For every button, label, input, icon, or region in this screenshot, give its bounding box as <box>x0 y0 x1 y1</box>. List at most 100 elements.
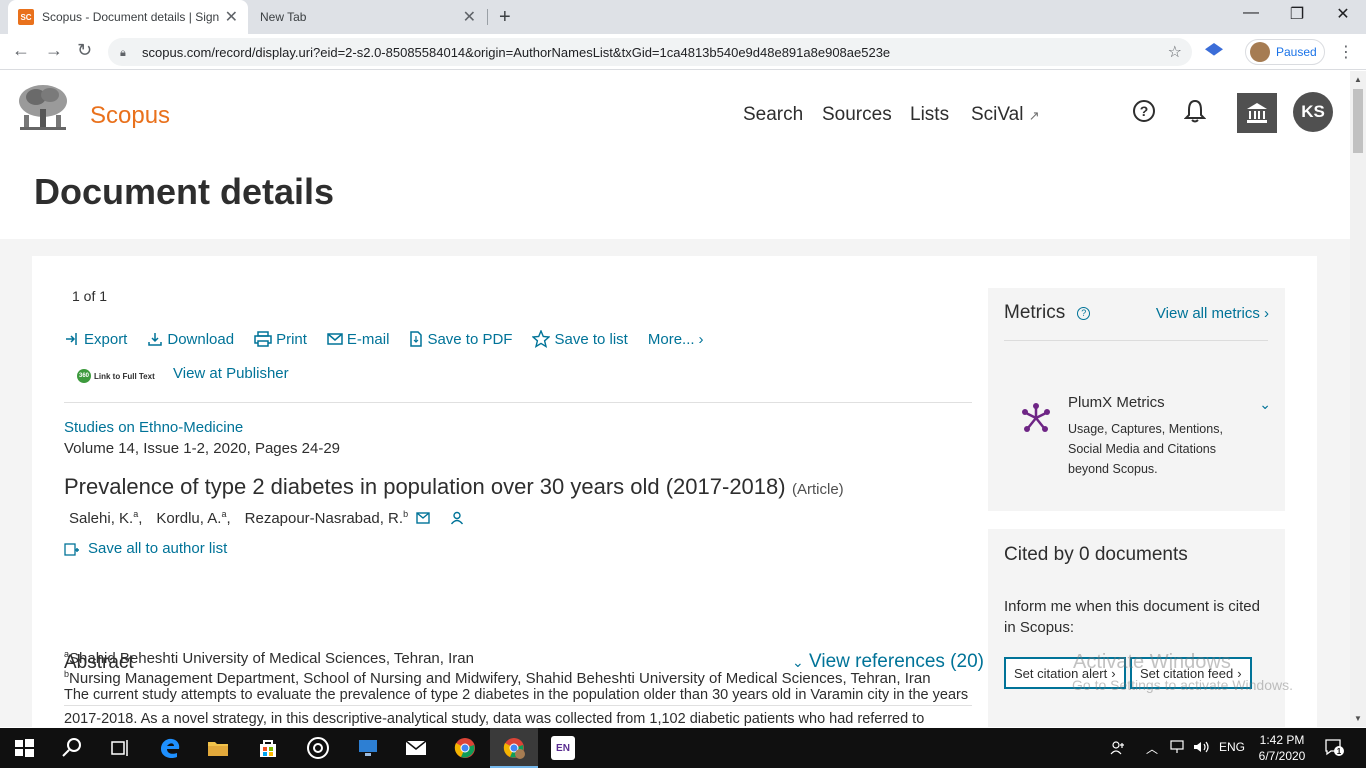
windows-start-icon[interactable] <box>12 736 36 760</box>
download-button[interactable]: Download <box>147 330 234 348</box>
view-references-label: View references (20) <box>809 651 984 672</box>
elsevier-tree-logo-icon[interactable] <box>16 83 70 133</box>
nav-lists[interactable]: Lists <box>910 104 949 126</box>
tab-new-tab[interactable]: New Tab ✕ <box>250 0 486 34</box>
people-icon[interactable] <box>1110 740 1126 756</box>
user-avatar[interactable]: KS <box>1293 92 1333 132</box>
plumx-expand-chevron-icon[interactable]: ⌄ <box>1259 396 1271 413</box>
document-type: (Article) <box>792 481 844 498</box>
view-at-publisher-link[interactable]: View at Publisher <box>173 365 289 382</box>
author-link[interactable]: Kordlu, A.a, <box>156 509 230 527</box>
cited-by-panel: Cited by 0 documents Inform me when this… <box>988 529 1285 727</box>
scroll-down-icon[interactable]: ▼ <box>1354 714 1362 723</box>
svg-text:?: ? <box>1140 103 1149 119</box>
plumx-icon <box>1022 403 1050 432</box>
profile-status: Paused <box>1276 45 1317 59</box>
back-icon[interactable]: ← <box>12 40 30 61</box>
extension-icon[interactable] <box>1205 43 1223 56</box>
metrics-help-icon[interactable]: ? <box>1077 306 1091 320</box>
edge-browser-icon[interactable] <box>158 736 182 760</box>
print-button[interactable]: Print <box>254 330 307 348</box>
network-icon[interactable] <box>1169 740 1185 754</box>
notification-bell-icon[interactable] <box>1184 99 1206 123</box>
author-link[interactable]: Rezapour-Nasrabad, R.b <box>245 509 408 527</box>
author-profile-icon[interactable] <box>450 511 464 525</box>
url-text: scopus.com/record/display.uri?eid=2-s2.0… <box>142 44 891 60</box>
forward-icon[interactable]: → <box>45 40 63 61</box>
scrollbar-thumb[interactable] <box>1353 89 1363 153</box>
task-view-icon[interactable] <box>108 736 132 760</box>
restore-icon[interactable]: ❐ <box>1274 4 1320 24</box>
search-icon[interactable] <box>60 736 84 760</box>
export-button[interactable]: Export <box>64 330 127 348</box>
browser-menu-icon[interactable]: ⋮ <box>1338 42 1354 62</box>
view-references-link[interactable]: ⌄ View references (20) <box>792 651 984 673</box>
chrome-profile-icon[interactable] <box>502 736 526 760</box>
remote-desktop-icon[interactable] <box>356 736 380 760</box>
window-close-icon[interactable]: ✕ <box>1320 4 1366 24</box>
institution-icon <box>1247 103 1267 123</box>
taskbar-clock[interactable]: 1:42 PM 6/7/2020 <box>1256 732 1308 764</box>
page-title: Document details <box>34 171 335 212</box>
tab-title: New Tab <box>260 10 307 24</box>
language-indicator[interactable]: ENG <box>1219 740 1245 754</box>
volume-icon[interactable] <box>1193 740 1211 754</box>
star-icon <box>532 330 551 348</box>
view-all-metrics-label: View all metrics <box>1155 305 1260 322</box>
tray-chevron-up-icon[interactable]: ︿ <box>1146 740 1158 757</box>
page-scrollbar[interactable]: ▲ ▼ <box>1350 71 1366 727</box>
scopus-brand[interactable]: Scopus <box>90 102 170 130</box>
nav-scival[interactable]: SciVal ↗ <box>971 104 1040 126</box>
source-title-link[interactable]: Studies on Ethno-Medicine <box>64 419 243 436</box>
en-app-icon[interactable]: EN <box>551 736 575 760</box>
save-to-list-button[interactable]: Save to list <box>532 330 628 348</box>
notification-center-icon[interactable]: 1 <box>1324 738 1344 756</box>
metrics-panel: Metrics ? View all metrics › PlumX Metri… <box>988 288 1285 511</box>
close-icon[interactable]: ✕ <box>225 7 238 27</box>
export-icon <box>66 333 77 345</box>
link-to-full-text-badge[interactable]: 360 Link to Full Text <box>77 368 157 384</box>
email-button[interactable]: E-mail <box>327 330 390 348</box>
institution-button[interactable] <box>1237 93 1277 133</box>
bookmark-star-icon[interactable]: ☆ <box>1168 42 1182 62</box>
export-label: Export <box>84 330 128 348</box>
add-to-list-icon <box>64 542 79 556</box>
microsoft-store-icon[interactable] <box>256 736 280 760</box>
author-link[interactable]: Salehi, K.a, <box>69 509 142 527</box>
more-label: More... <box>647 330 695 348</box>
tab-separator <box>487 9 488 25</box>
tab-scopus[interactable]: SC Scopus - Document details | Sign ✕ <box>8 0 248 34</box>
scroll-up-icon[interactable]: ▲ <box>1354 75 1362 84</box>
cited-by-text: Inform me when this document is cited in… <box>1004 598 1260 636</box>
profile-button[interactable]: Paused <box>1245 39 1325 65</box>
reload-icon[interactable]: ↻ <box>77 40 92 61</box>
chrome-icon[interactable] <box>453 736 477 760</box>
file-explorer-icon[interactable] <box>206 736 230 760</box>
mail-icon[interactable] <box>404 736 428 760</box>
new-tab-button[interactable]: + <box>499 6 511 29</box>
save-pdf-button[interactable]: Save to PDF <box>409 330 512 348</box>
media-app-icon[interactable] <box>306 736 330 760</box>
help-icon[interactable]: ? <box>1132 99 1156 123</box>
nav-search[interactable]: Search <box>743 104 803 126</box>
author-affil-sup: b <box>403 509 409 519</box>
full-text-label: Link to Full Text <box>94 371 155 381</box>
abstract-heading: Abstract <box>64 652 134 673</box>
plumx-title: PlumX Metrics <box>1068 394 1165 411</box>
email-label: E-mail <box>346 330 390 348</box>
email-author-icon[interactable] <box>416 512 430 524</box>
scopus-favicon-icon: SC <box>18 9 34 25</box>
address-bar[interactable]: 🔒︎ scopus.com/record/display.uri?eid=2-s… <box>108 38 1192 66</box>
more-button[interactable]: More... › <box>648 330 704 348</box>
download-icon <box>148 333 163 346</box>
nav-sources[interactable]: Sources <box>822 104 892 126</box>
save-all-to-author-list-button[interactable]: Save all to author list <box>64 540 227 557</box>
external-link-icon: ↗ <box>1028 108 1040 123</box>
activate-windows-watermark: Activate Windows <box>1073 651 1231 673</box>
plumx-description: Usage, Captures, Mentions, Social Media … <box>1068 422 1223 476</box>
notification-count-badge: 1 <box>1334 746 1344 756</box>
view-all-metrics-link[interactable]: View all metrics › <box>1156 305 1269 322</box>
result-pager: 1 of 1 <box>72 288 108 304</box>
close-icon[interactable]: ✕ <box>463 7 476 27</box>
minimize-icon[interactable]: — <box>1228 4 1274 22</box>
